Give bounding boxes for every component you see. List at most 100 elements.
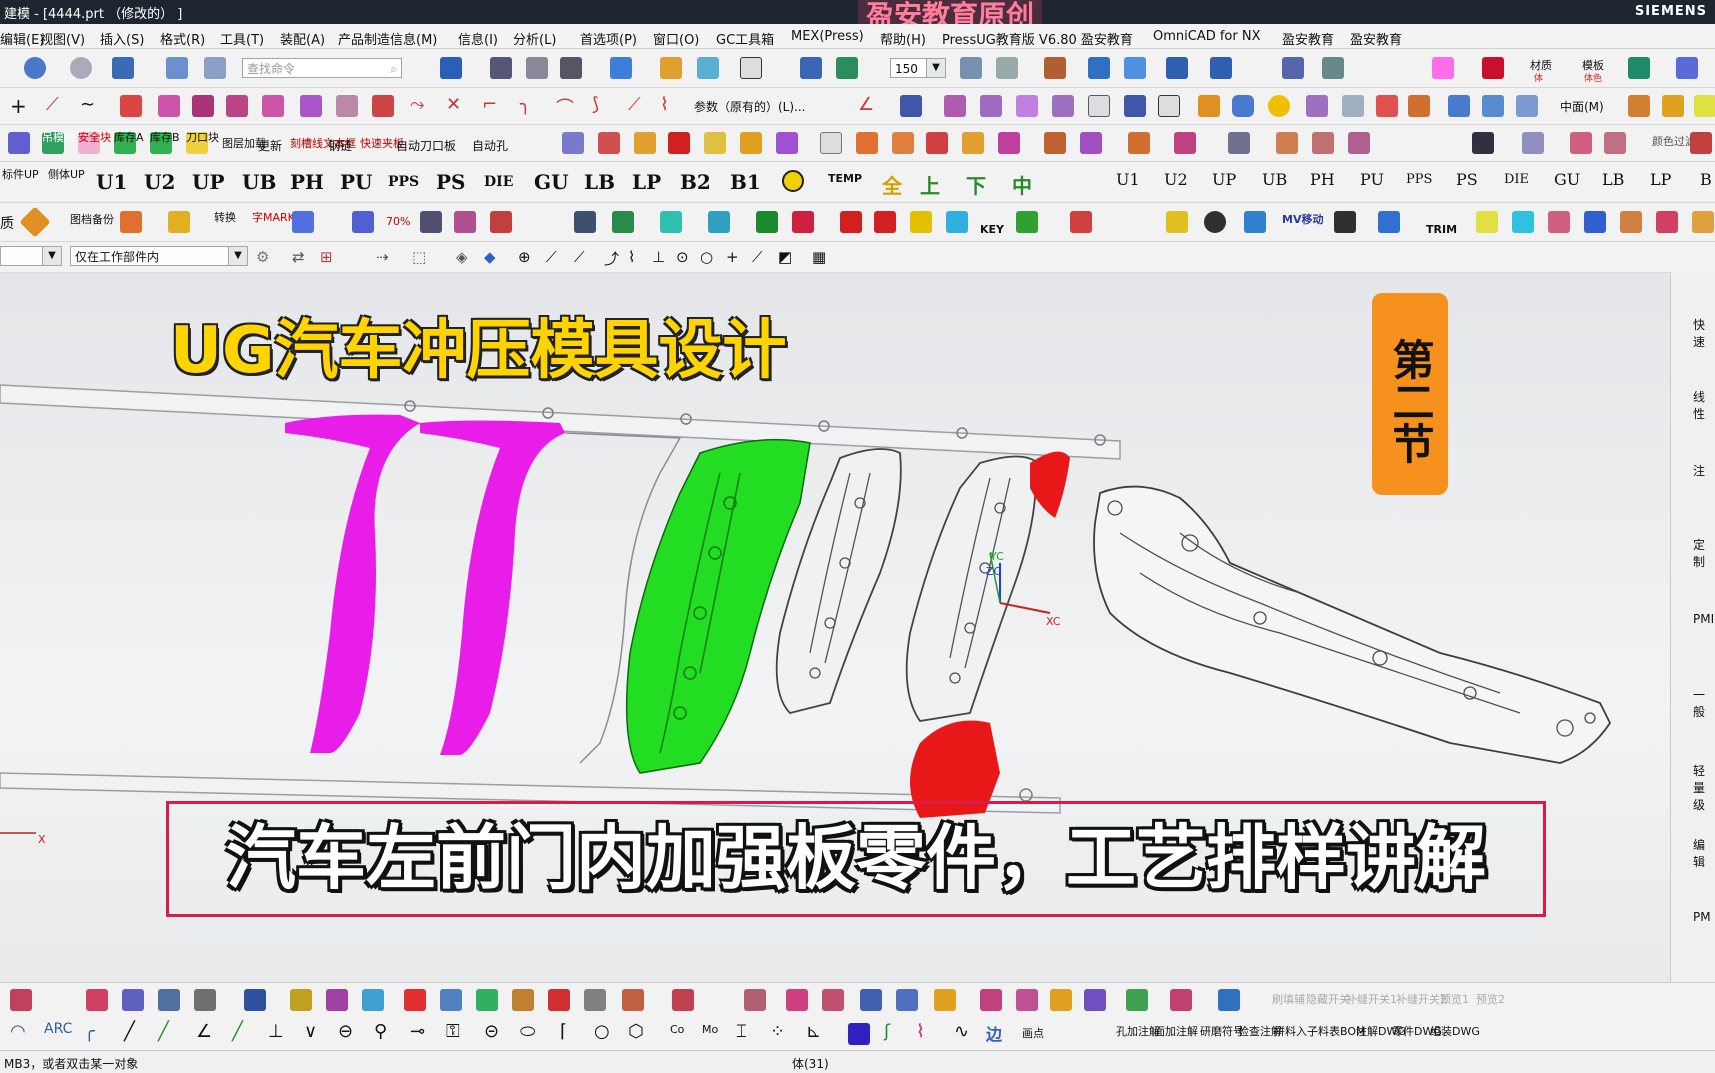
move-ph[interactable]: PH (1310, 170, 1335, 189)
tool21-icon[interactable] (1016, 989, 1038, 1011)
menu-gc-toolbox[interactable]: GC工具箱 (716, 29, 774, 48)
rotate-icon[interactable] (836, 57, 858, 79)
move-ub[interactable]: UB (1262, 170, 1287, 189)
curve-tool-icon[interactable] (10, 989, 32, 1011)
rp-linear[interactable]: 线性 (1693, 388, 1715, 422)
part3-icon[interactable] (926, 132, 948, 154)
menu-edit[interactable]: 编辑(E) (0, 29, 44, 48)
menu-analysis[interactable]: 分析(L) (513, 29, 556, 48)
shaded-cube-icon[interactable] (610, 57, 632, 79)
flange-icon[interactable] (194, 989, 216, 1011)
red-cube-icon[interactable] (668, 132, 690, 154)
select-all-icon[interactable]: ⊞ (320, 248, 333, 266)
edge-tool-icon[interactable]: 边 (986, 1021, 1002, 1045)
chart-icon[interactable] (1016, 211, 1038, 233)
grid-dots-icon[interactable] (420, 211, 442, 233)
part11-icon[interactable] (1312, 132, 1334, 154)
chevron-down-icon[interactable]: ▼ (42, 247, 61, 265)
select-icon[interactable]: ⚙ (256, 248, 269, 266)
box-icon[interactable] (1088, 95, 1110, 117)
point-icon[interactable]: + (10, 94, 27, 118)
nest-label[interactable]: 拼料入子 (1274, 1023, 1318, 1039)
hex-icon[interactable] (1228, 132, 1250, 154)
rp-custom[interactable]: 定制 (1693, 536, 1715, 570)
tool5-icon[interactable] (1690, 132, 1712, 154)
tool-icon[interactable] (1662, 95, 1684, 117)
o-circle-icon[interactable] (782, 170, 804, 192)
edit-object-icon[interactable] (166, 57, 188, 79)
render-icon[interactable] (1628, 57, 1650, 79)
screw-icon[interactable] (1166, 211, 1188, 233)
layers2-icon[interactable] (290, 989, 312, 1011)
middle-label[interactable]: 中 (1012, 170, 1032, 199)
code-b2[interactable]: B2 (680, 170, 711, 194)
redo-icon[interactable] (70, 57, 92, 79)
curve-point-icon[interactable]: ⌇ (628, 248, 635, 266)
fit-view-icon[interactable] (440, 57, 462, 79)
move-lp[interactable]: LP (1650, 170, 1671, 189)
fk-icon[interactable] (352, 211, 374, 233)
analysis-icon[interactable] (1088, 57, 1110, 79)
rp-pmi[interactable]: PMI (1693, 612, 1714, 626)
t-shape-icon[interactable] (708, 211, 730, 233)
yellow-cube-icon[interactable] (704, 132, 726, 154)
rp-note[interactable]: 注 (1693, 462, 1705, 479)
project-curve-icon[interactable] (262, 95, 284, 117)
mesh-icon[interactable] (900, 95, 922, 117)
snap-icon[interactable] (996, 57, 1018, 79)
bolt-icon[interactable] (1070, 211, 1092, 233)
tool22-icon[interactable] (1050, 989, 1072, 1011)
update-label[interactable]: 更新 (258, 137, 282, 154)
body-icon[interactable]: ◈ (456, 248, 468, 266)
surface5-icon[interactable] (326, 989, 348, 1011)
unfold-icon[interactable] (244, 989, 266, 1011)
dots2-icon[interactable]: ⁘ (770, 1021, 785, 1042)
key-tool-icon[interactable]: ⚿ (446, 1021, 460, 1042)
hex2-icon[interactable]: ⬡ (628, 1021, 644, 1042)
draft-icon[interactable] (1408, 95, 1430, 117)
axis-tool-icon[interactable]: ⊾ (806, 1021, 821, 1042)
auto-edge-plate-label[interactable]: 自动刀口板 (396, 137, 456, 154)
transform-icon[interactable] (204, 57, 226, 79)
brush-icon[interactable] (86, 989, 108, 1011)
midpoint-icon[interactable]: ⟋ (546, 248, 557, 266)
green-box-icon[interactable] (756, 211, 778, 233)
r-icon[interactable] (1584, 211, 1606, 233)
rect-select-icon[interactable]: ⬚ (412, 248, 426, 266)
plus-cube-icon[interactable] (776, 132, 798, 154)
tool12-icon[interactable] (622, 989, 644, 1011)
menu-mex-press[interactable]: MEX(Press) (791, 29, 864, 44)
book-icon[interactable] (1124, 95, 1146, 117)
block-icon[interactable] (1198, 95, 1220, 117)
grid-select-icon[interactable]: ▦ (812, 248, 826, 266)
bounded-icon[interactable]: ◩ (778, 248, 792, 266)
type-filter-select[interactable]: ▼ (0, 246, 62, 266)
angle-icon[interactable]: ∠ (858, 94, 874, 115)
param-label[interactable]: 参数（原有的）(L)... (694, 98, 806, 115)
target-icon[interactable] (792, 211, 814, 233)
edit-curve-icon[interactable]: ⟋ (628, 94, 641, 115)
stamp-icon[interactable] (1334, 211, 1356, 233)
chevron-down-icon[interactable]: ▼ (926, 59, 945, 77)
part9-icon[interactable] (1174, 132, 1196, 154)
pen-icon[interactable] (1472, 132, 1494, 154)
tool23-icon[interactable] (1084, 989, 1106, 1011)
move-pu[interactable]: PU (1360, 170, 1384, 189)
menu-yingan-1[interactable]: 盈安教育 (1282, 29, 1334, 48)
bool-icon[interactable] (1306, 95, 1328, 117)
link-icon[interactable]: ⚲ (374, 1021, 387, 1042)
slot-icon[interactable]: ⊝ (484, 1021, 499, 1042)
surface4-icon[interactable] (1052, 95, 1074, 117)
gear-icon[interactable] (8, 132, 30, 154)
part5-icon[interactable] (998, 132, 1020, 154)
frame2-icon[interactable] (820, 132, 842, 154)
blank-icon[interactable] (1158, 95, 1180, 117)
dots-icon[interactable] (660, 211, 682, 233)
color-swatch-icon[interactable] (1432, 57, 1454, 79)
tool3-icon[interactable] (1570, 132, 1592, 154)
part-icon[interactable] (856, 132, 878, 154)
s-curve-icon[interactable]: ʃ (884, 1021, 890, 1042)
spline-icon[interactable]: ∼ (80, 94, 95, 115)
move-gu[interactable]: GU (1554, 170, 1580, 189)
sheet-icon[interactable] (158, 989, 180, 1011)
